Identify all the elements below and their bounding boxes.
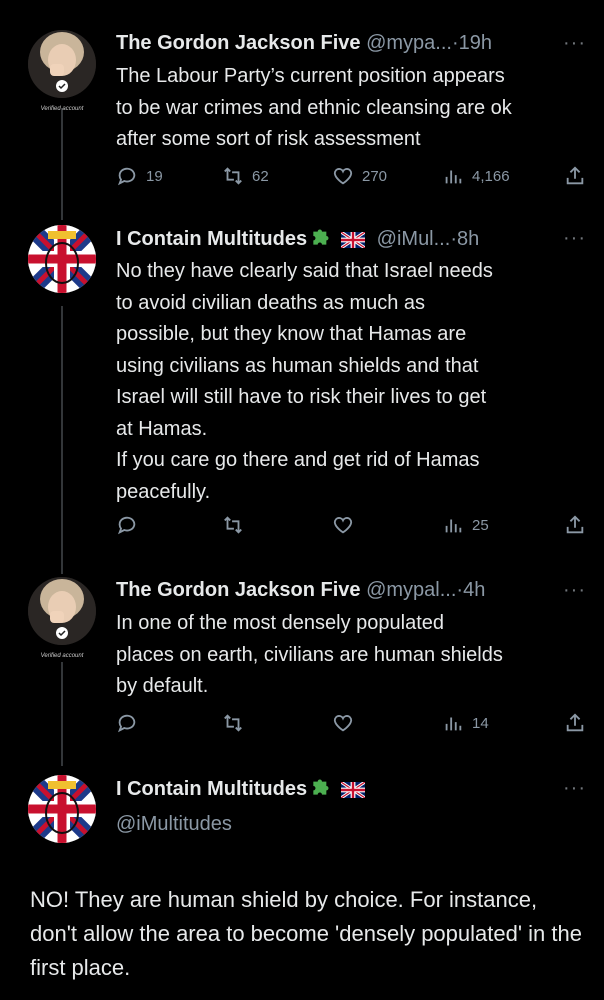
user-handle[interactable]: @mypal... <box>366 579 456 601</box>
views-chart-icon <box>445 519 462 533</box>
like-button[interactable]: 270 <box>332 161 387 191</box>
tweet-header: The Gordon Jackson Five @mypa...·19h ··· <box>116 28 604 58</box>
user-handle[interactable]: @mypa... <box>366 32 452 54</box>
woman-hand-face-avatar-icon <box>28 30 96 98</box>
verified-badge-label: Verified account <box>40 653 84 659</box>
reply-icon <box>117 167 136 186</box>
avatar[interactable] <box>28 225 96 293</box>
views-button[interactable]: 4,166 <box>442 161 510 191</box>
union-jack-face-avatar-icon <box>28 775 96 843</box>
timestamp[interactable]: 8h <box>457 228 479 250</box>
display-name[interactable]: The Gordon Jackson Five <box>116 32 361 54</box>
tweet-text: In one of the most densely populated pla… <box>116 612 503 697</box>
uk-flag-icon <box>341 232 366 248</box>
tweet-header: I Contain Multitudes @iMul...·8h ··· <box>116 223 604 253</box>
puzzle-piece-icon <box>313 229 329 245</box>
action-bar: 14 <box>116 708 586 738</box>
display-name[interactable]: The Gordon Jackson Five <box>116 579 361 601</box>
tweet-text: The Labour Party’s current position appe… <box>116 65 512 150</box>
user-handle[interactable]: @iMultitudes <box>116 813 232 835</box>
share-button[interactable] <box>564 510 586 540</box>
reply-button[interactable] <box>116 510 146 540</box>
views-count: 4,166 <box>472 167 510 185</box>
share-button[interactable] <box>564 708 586 738</box>
tweet-header: The Gordon Jackson Five @mypal...·4h ··· <box>116 575 604 605</box>
display-name[interactable]: I Contain Multitudes <box>116 228 307 250</box>
timestamp[interactable]: 4h <box>463 579 485 601</box>
retweet-button[interactable] <box>222 708 252 738</box>
retweet-button[interactable]: 62 <box>222 161 269 191</box>
retweet-count: 62 <box>252 167 269 185</box>
retweet-icon <box>224 714 242 732</box>
puzzle-piece-icon <box>313 779 329 795</box>
avatar[interactable] <box>28 577 96 645</box>
tweet-header: I Contain Multitudes ··· <box>116 773 604 803</box>
like-button[interactable] <box>332 708 362 738</box>
like-count: 270 <box>362 167 388 185</box>
more-options-icon[interactable]: ··· <box>563 575 586 605</box>
views-count: 25 <box>472 516 489 534</box>
dot-separator: · <box>450 228 457 250</box>
heart-icon <box>333 715 353 732</box>
retweet-button[interactable] <box>222 510 252 540</box>
share-icon <box>566 713 584 732</box>
timestamp[interactable]: 19h <box>459 32 492 54</box>
reply-icon <box>117 714 136 733</box>
verified-badge-label: Verified account <box>40 106 84 112</box>
tweet-text: NO! They are human shield by choice. For… <box>30 887 582 980</box>
more-options-icon[interactable]: ··· <box>563 28 586 58</box>
user-handle-row: @iMultitudes <box>116 809 604 839</box>
user-handle[interactable]: @iMul... <box>377 228 451 250</box>
tweet-text: No they have clearly said that Israel ne… <box>116 260 493 503</box>
uk-flag-icon <box>341 782 366 798</box>
dot-separator: · <box>451 32 459 54</box>
action-bar: 25 <box>116 510 586 540</box>
tweet[interactable]: Verified account The Gordon Jackson Five… <box>0 28 604 198</box>
retweet-icon <box>224 167 242 185</box>
reply-icon <box>117 516 136 535</box>
avatar[interactable] <box>28 30 96 98</box>
heart-icon <box>333 517 353 534</box>
tweet[interactable]: Verified account The Gordon Jackson Five… <box>0 575 604 745</box>
more-options-icon[interactable]: ··· <box>563 773 586 803</box>
union-jack-face-avatar-icon <box>28 225 96 293</box>
views-button[interactable]: 25 <box>442 510 489 540</box>
more-options-icon[interactable]: ··· <box>563 223 586 253</box>
share-icon <box>566 515 584 534</box>
reply-button[interactable] <box>116 708 146 738</box>
avatar[interactable] <box>28 775 96 843</box>
views-chart-icon <box>445 170 462 184</box>
like-button[interactable] <box>332 510 362 540</box>
views-count: 14 <box>472 714 489 732</box>
tweet[interactable]: I Contain Multitudes @iMul...·8h ··· No … <box>0 223 604 553</box>
share-icon <box>566 166 584 185</box>
heart-icon <box>333 168 353 185</box>
reply-button[interactable]: 19 <box>116 161 163 191</box>
views-button[interactable]: 14 <box>442 708 489 738</box>
display-name[interactable]: I Contain Multitudes <box>116 778 307 800</box>
reply-count: 19 <box>146 167 163 185</box>
woman-hand-face-avatar-icon <box>28 577 96 645</box>
views-chart-icon <box>445 717 462 731</box>
action-bar: 19 62 270 4,166 <box>116 161 586 191</box>
retweet-icon <box>224 516 242 534</box>
share-button[interactable] <box>564 161 586 191</box>
